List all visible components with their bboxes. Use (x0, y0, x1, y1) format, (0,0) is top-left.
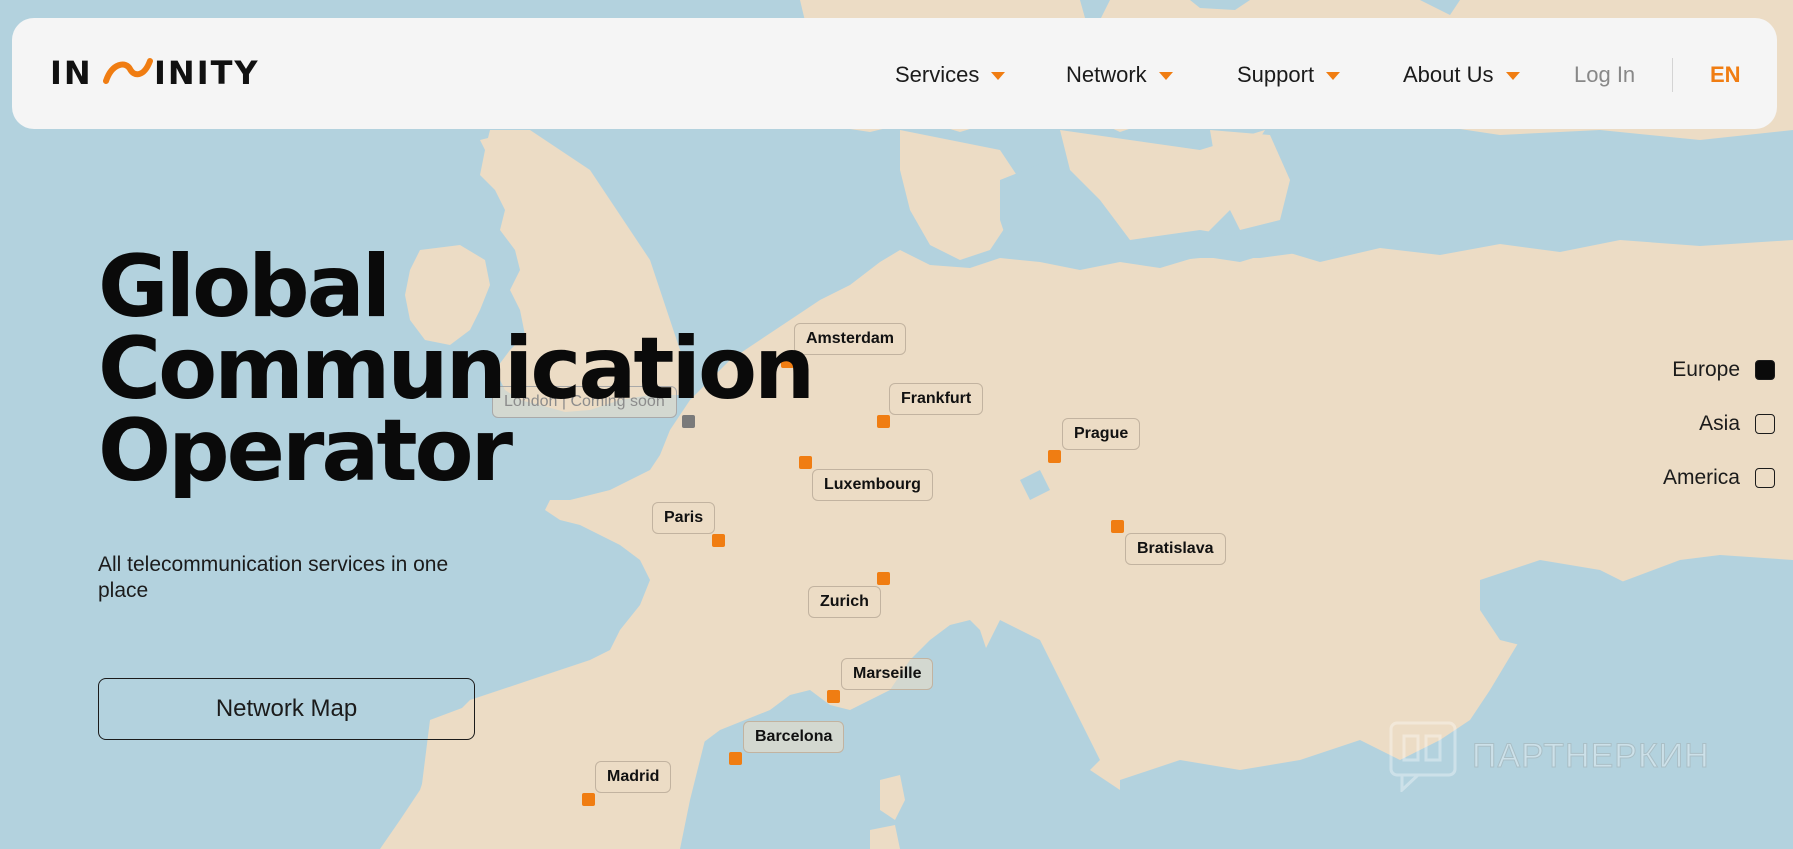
checkbox-icon[interactable] (1755, 414, 1775, 434)
network-map-button[interactable]: Network Map (98, 678, 475, 740)
city-marker-zurich[interactable] (877, 572, 890, 585)
nav-support-label: Support (1237, 62, 1315, 87)
nav-about-us[interactable]: About Us (1403, 62, 1520, 88)
region-filter-america[interactable]: America (1663, 466, 1775, 490)
hero-title-line: Operator (98, 401, 513, 501)
checkbox-checked-icon[interactable] (1755, 360, 1775, 380)
nav-services-label: Services (895, 62, 980, 87)
nav-divider (1672, 58, 1673, 92)
hero-title: Global Communication Operator (98, 237, 815, 501)
hero-subtitle: All telecommunication services in one pl… (98, 553, 449, 602)
watermark-chat-icon (1389, 721, 1457, 792)
caret-down-icon (1326, 72, 1341, 80)
city-label-zurich[interactable]: Zurich (808, 586, 881, 618)
caret-down-icon (1505, 72, 1520, 80)
hero-title-line: Communication (98, 319, 815, 419)
city-label-frankfurt[interactable]: Frankfurt (889, 383, 984, 415)
city-marker-frankfurt[interactable] (877, 415, 890, 428)
infinity-logo[interactable]: IN INITY (50, 54, 320, 94)
region-label: Europe (1672, 358, 1740, 381)
caret-down-icon (1158, 72, 1173, 80)
caret-down-icon (991, 72, 1006, 80)
city-label-paris[interactable]: Paris (652, 502, 716, 534)
region-filter-asia[interactable]: Asia (1699, 412, 1775, 436)
svg-text:INITY: INITY (154, 55, 260, 89)
top-navigation-bar: IN INITY Services Network Support About … (12, 18, 1777, 129)
nav-support[interactable]: Support (1237, 62, 1341, 88)
login-link[interactable]: Log In (1574, 62, 1635, 88)
city-marker-madrid[interactable] (582, 793, 595, 806)
hero-title-line: Global (98, 237, 391, 337)
checkbox-icon[interactable] (1755, 468, 1775, 488)
nav-network-label: Network (1066, 62, 1147, 87)
region-filter-europe[interactable]: Europe (1672, 358, 1775, 382)
city-marker-luxembourg[interactable] (799, 456, 812, 469)
city-label-bratislava[interactable]: Bratislava (1125, 533, 1226, 565)
nav-services[interactable]: Services (895, 62, 1006, 88)
city-label-madrid[interactable]: Madrid (595, 761, 672, 793)
city-marker-barcelona[interactable] (729, 752, 742, 765)
city-marker-paris[interactable] (712, 534, 725, 547)
nav-network[interactable]: Network (1066, 62, 1173, 88)
region-label: America (1662, 466, 1740, 489)
watermark-text: ПАРТНЕРКИН (1472, 736, 1710, 775)
region-label: Asia (1699, 412, 1740, 435)
watermark: ПАРТНЕРКИН (1388, 720, 1710, 792)
city-marker-marseille[interactable] (827, 690, 840, 703)
city-marker-bratislava[interactable] (1111, 520, 1124, 533)
city-label-prague[interactable]: Prague (1062, 418, 1141, 450)
city-marker-prague[interactable] (1048, 450, 1061, 463)
city-label-marseille[interactable]: Marseille (841, 658, 934, 690)
city-label-luxembourg[interactable]: Luxembourg (812, 469, 933, 501)
nav-about-us-label: About Us (1403, 62, 1494, 87)
city-label-barcelona[interactable]: Barcelona (743, 721, 845, 753)
language-switcher[interactable]: EN (1710, 62, 1741, 88)
svg-text:IN: IN (50, 55, 93, 89)
